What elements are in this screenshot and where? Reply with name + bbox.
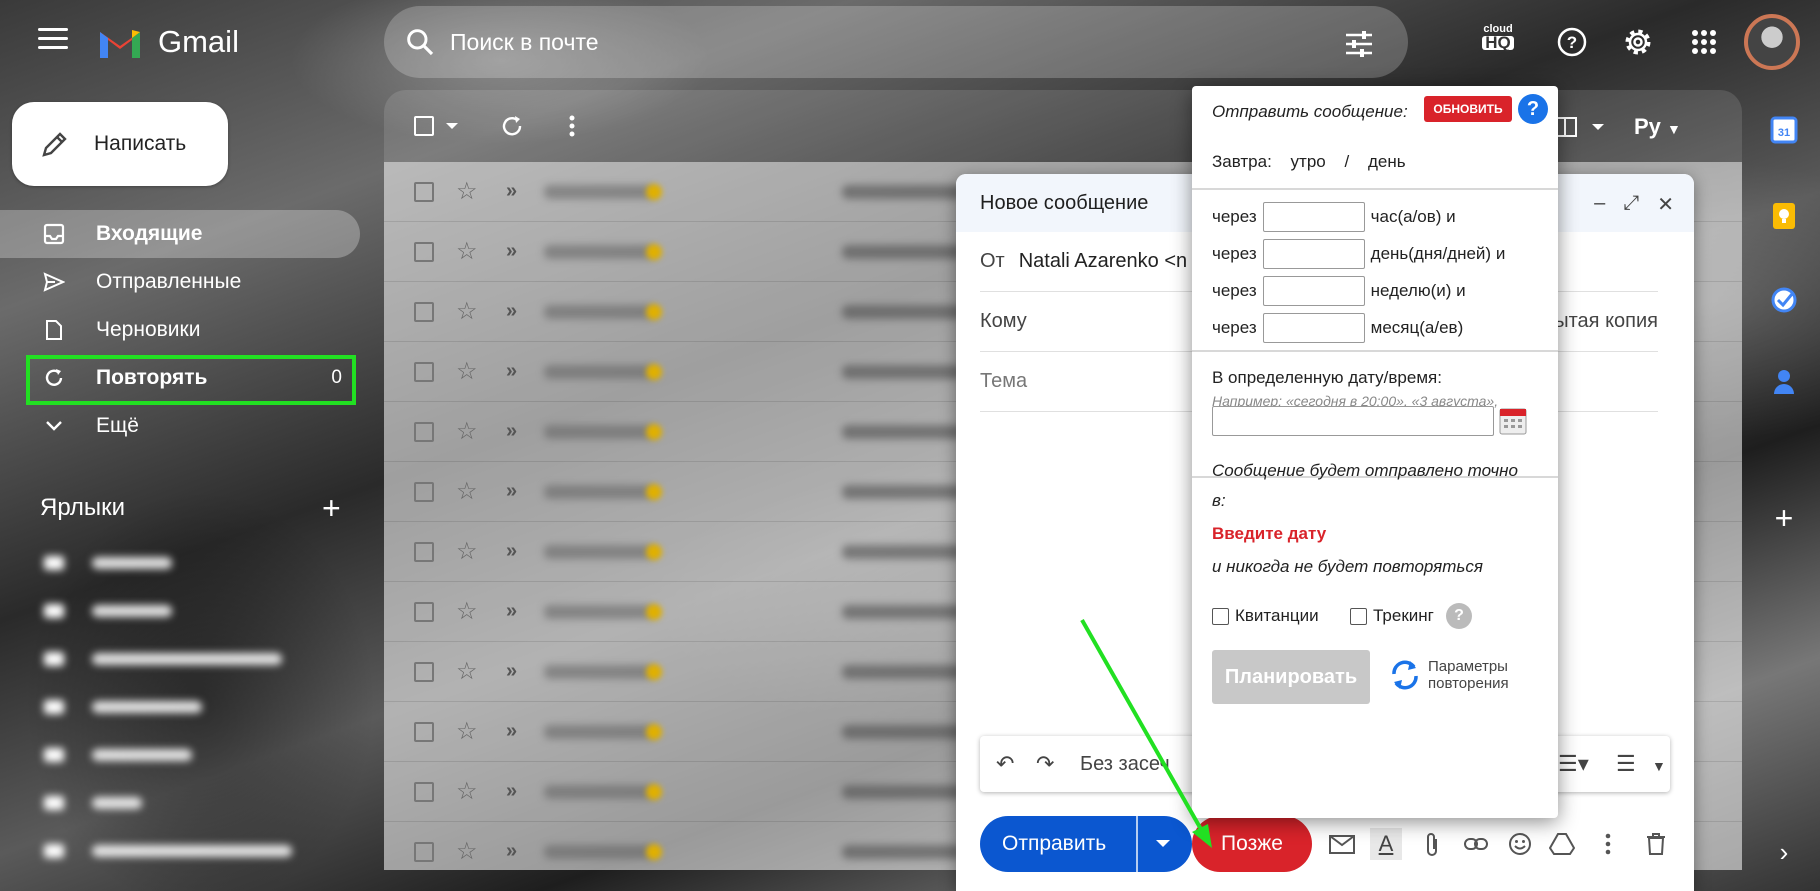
calendar-app-icon[interactable]: 31 — [1766, 112, 1802, 148]
contacts-app-icon[interactable] — [1766, 364, 1802, 400]
svg-text:31: 31 — [1778, 127, 1790, 139]
keep-app-icon[interactable] — [1766, 198, 1802, 234]
tasks-app-icon[interactable] — [1766, 282, 1802, 318]
add-app-icon[interactable]: + — [1766, 500, 1802, 536]
chevron-right-icon[interactable]: › — [1766, 834, 1802, 870]
annotation-arrow — [1080, 619, 1212, 848]
